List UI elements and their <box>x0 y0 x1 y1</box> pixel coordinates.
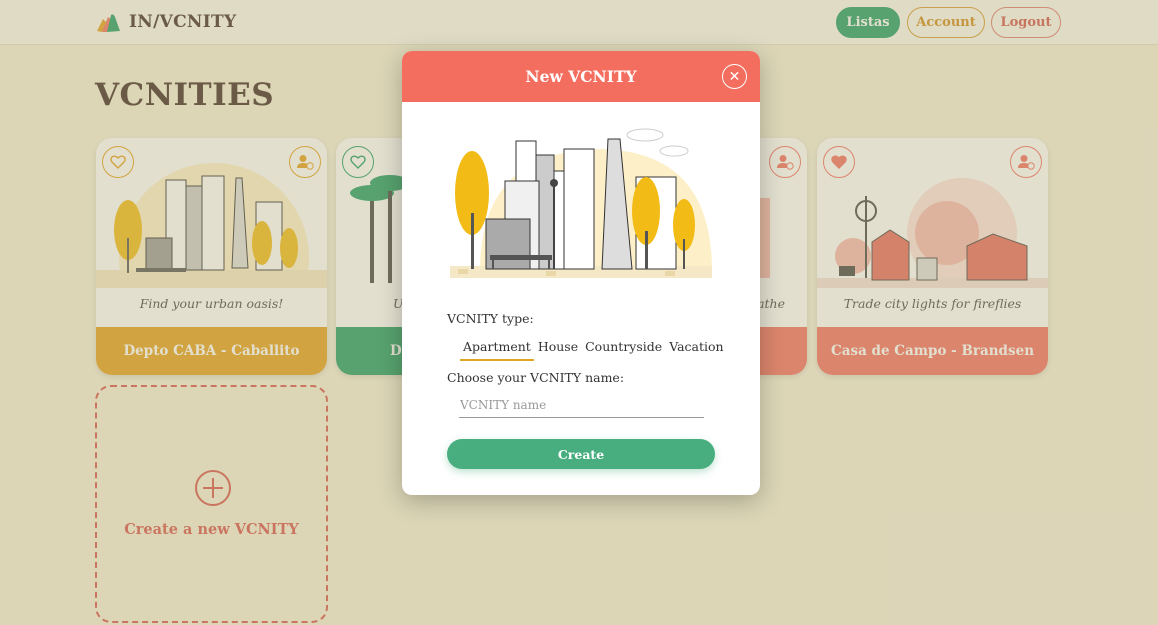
type-option-countryside[interactable]: Countryside <box>582 339 665 361</box>
type-option-vacation[interactable]: Vacation <box>666 339 726 361</box>
modal-header: New VCNITY ✕ <box>402 51 760 102</box>
new-vcnity-modal: New VCNITY ✕ VCNITY type: Apartment Hous… <box>402 51 760 495</box>
vcnity-name-input[interactable] <box>459 392 704 418</box>
close-icon: ✕ <box>728 68 741 85</box>
name-label: Choose your VCNITY name: <box>447 370 625 385</box>
type-label: VCNITY type: <box>447 311 534 326</box>
type-option-house[interactable]: House <box>535 339 581 361</box>
modal-title: New VCNITY <box>525 67 637 86</box>
apartment-illustration <box>450 128 712 278</box>
close-button[interactable]: ✕ <box>722 64 747 89</box>
type-selector: Apartment House Countryside Vacation <box>460 339 728 361</box>
type-option-apartment[interactable]: Apartment <box>460 339 534 361</box>
create-button[interactable]: Create <box>447 439 715 469</box>
